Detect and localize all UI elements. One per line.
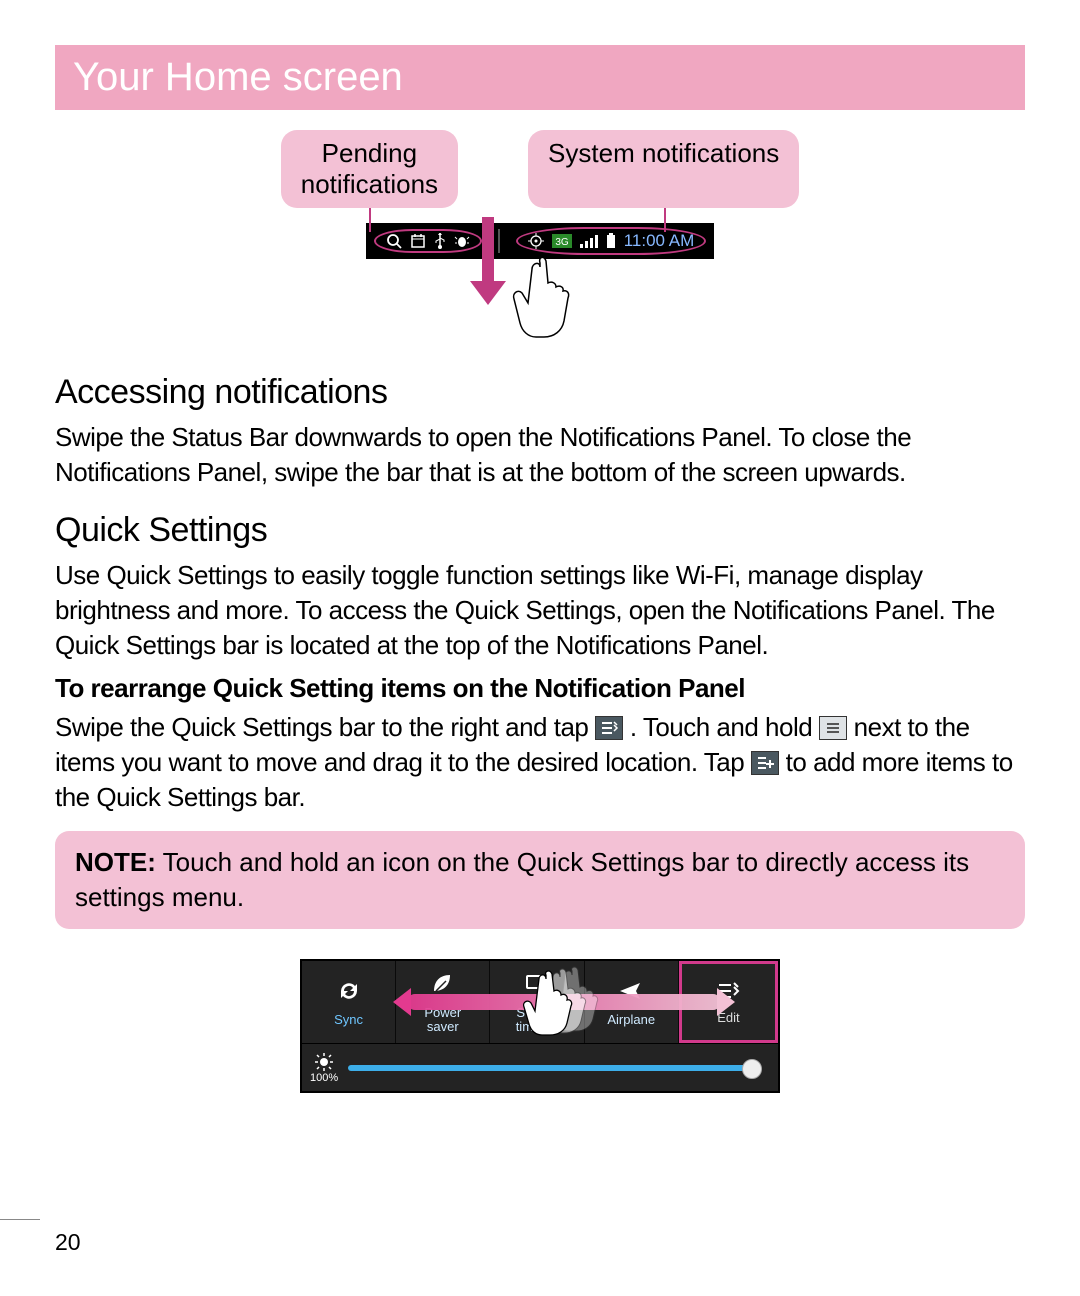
note-label: NOTE:: [75, 847, 156, 877]
body-quick-settings: Use Quick Settings to easily toggle func…: [55, 558, 1025, 663]
calendar-icon: [410, 233, 426, 249]
body-accessing: Swipe the Status Bar downwards to open t…: [55, 420, 1025, 490]
signal-icon: [580, 234, 598, 248]
swipe-hand-ghost-icon: [516, 965, 606, 1050]
callout-system: System notifications: [528, 130, 799, 208]
brightness-row: 100%: [302, 1043, 778, 1091]
body-rearrange: Swipe the Quick Settings bar to the righ…: [55, 710, 1025, 815]
arrow-down-icon: [470, 217, 506, 307]
add-list-icon: [751, 751, 779, 775]
svg-text:3G: 3G: [555, 237, 569, 248]
note-box: NOTE: Touch and hold an icon on the Quic…: [55, 831, 1025, 929]
qs-tile-sync: Sync: [302, 961, 396, 1043]
edit-list-icon: [715, 980, 741, 1007]
qs-label-power: Power saver: [424, 1006, 461, 1033]
status-bar-diagram: Pending notifications System notificatio…: [55, 130, 1025, 343]
sync-icon: [336, 978, 362, 1009]
status-left-group: [374, 229, 482, 253]
quickmemo-icon: [386, 233, 402, 249]
brightness-slider: [348, 1065, 756, 1071]
qs-tile-power-saver: Power saver: [396, 961, 490, 1043]
airplane-icon: [618, 978, 644, 1009]
battery-icon: [606, 233, 616, 249]
quick-settings-figure: Sync Power saver Screen timeout Airplane: [55, 959, 1025, 1093]
qs-tile-edit: Edit: [679, 961, 778, 1043]
heading-quick-settings: Quick Settings: [55, 511, 1025, 550]
handle-icon: [819, 716, 847, 740]
edit-list-icon: [595, 716, 623, 740]
qs-label-edit: Edit: [717, 1011, 739, 1025]
heading-accessing: Accessing notifications: [55, 373, 1025, 412]
rearrange-text-1: Swipe the Quick Settings bar to the righ…: [55, 712, 595, 742]
leaf-icon: [430, 971, 456, 1002]
qs-label-sync: Sync: [334, 1013, 363, 1027]
page-number: 20: [55, 1229, 81, 1256]
debug-icon: [454, 233, 470, 249]
usb-icon: [434, 233, 446, 249]
qs-label-airplane: Airplane: [607, 1013, 655, 1027]
quick-settings-panel: Sync Power saver Screen timeout Airplane: [300, 959, 780, 1093]
subheading-rearrange: To rearrange Quick Setting items on the …: [55, 673, 1025, 704]
brightness-icon: 100%: [310, 1052, 338, 1084]
3g-icon: 3G: [552, 234, 572, 248]
note-text: Touch and hold an icon on the Quick Sett…: [75, 847, 969, 912]
status-right-group: 3G 11:00 AM: [516, 227, 707, 255]
status-time: 11:00 AM: [624, 231, 695, 251]
rearrange-text-2: . Touch and hold: [630, 712, 819, 742]
callout-pending: Pending notifications: [281, 130, 458, 208]
brightness-pct: 100%: [310, 1072, 338, 1084]
page-title-bar: Your Home screen: [55, 45, 1025, 110]
swipe-hand-icon: [500, 253, 580, 343]
gps-icon: [528, 233, 544, 249]
